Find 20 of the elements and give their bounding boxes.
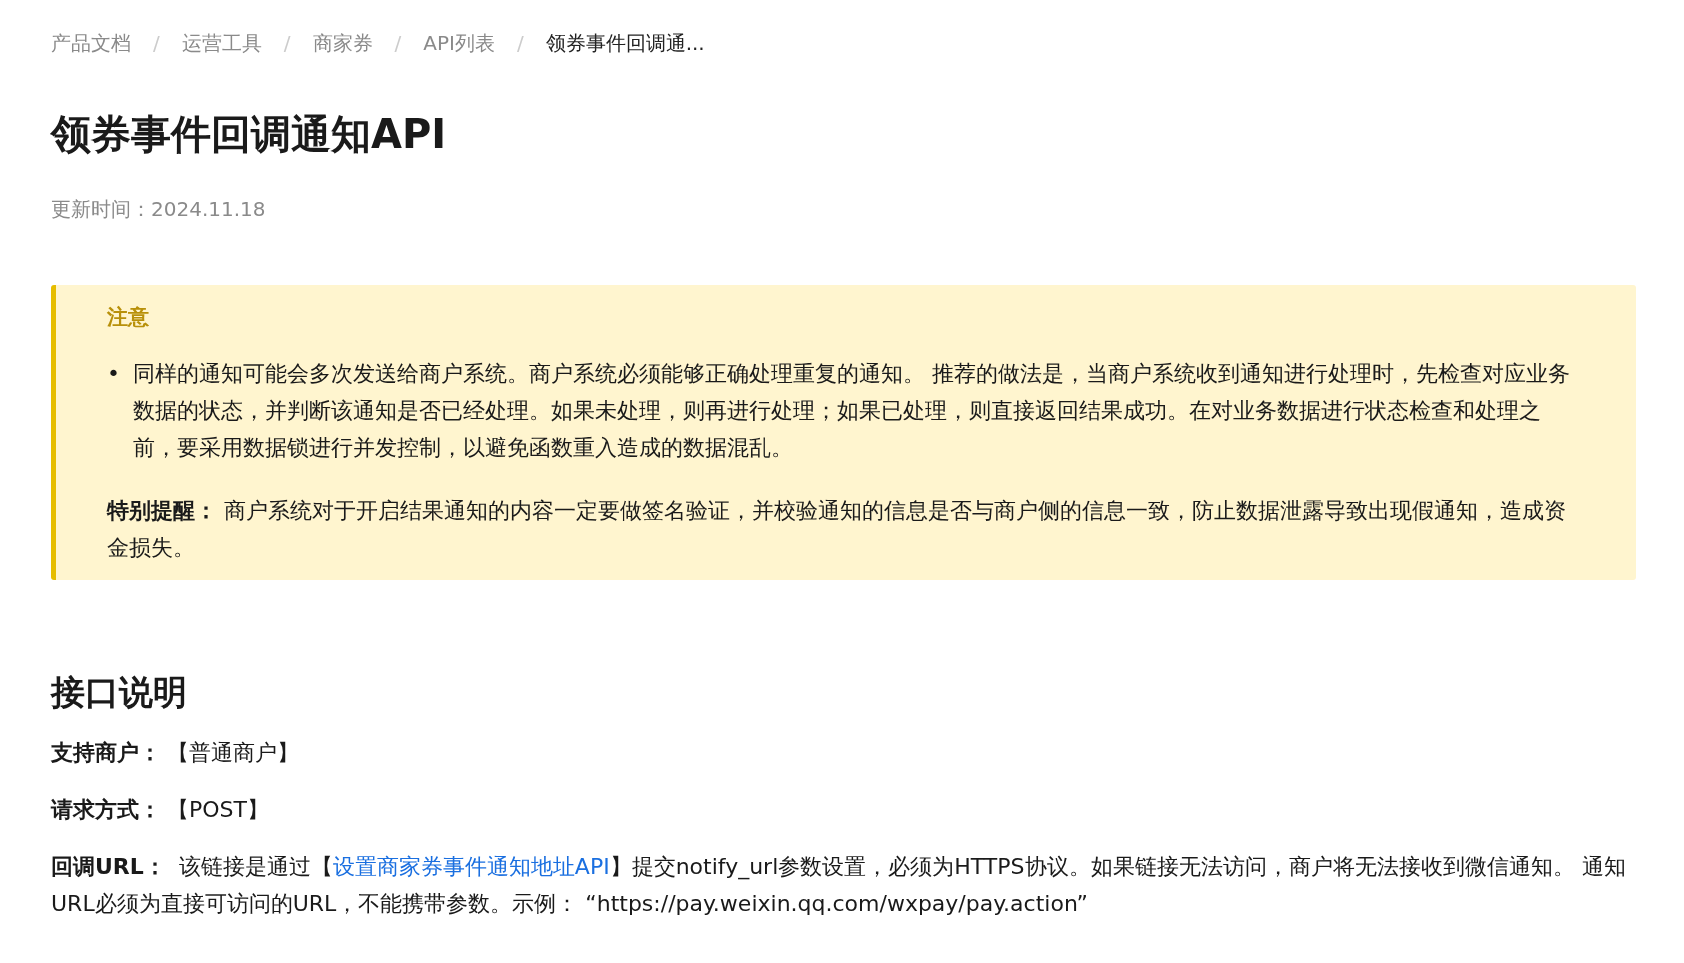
breadcrumb-separator: / [394,31,402,55]
bullet-marker: • [107,360,121,388]
notice-heading: 注意 [107,304,150,331]
update-time: 更新时间：2024.11.18 [51,196,267,223]
field-text: 请求方式： 【POST】 [51,796,270,824]
breadcrumb-link[interactable]: API列表 [423,29,495,57]
reminder-text: 特别提醒： 商户系统对于开启结果通知的内容一定要做签名验证，并校验通知的信息是否与商户侧的信息一致，防止数据泄露导致出现假通知，造成资金损失。 [107,497,1567,562]
api-link[interactable]: 设置商家券事件通知地址API [332,854,610,879]
breadcrumb-link[interactable]: 商家券 [312,29,373,57]
field-text: 支持商户： 【普通商户】 [51,739,300,767]
breadcrumb-separator: / [283,31,291,55]
page-title: 领券事件回调通知API [51,110,448,159]
breadcrumb-link[interactable]: 产品文档 [51,29,131,57]
section-heading: 接口说明 [51,671,188,714]
callback-url-text: 回调URL： 该链接是通过【设置商家券事件通知地址API】提交notify_url参数设置，必须为HTTPS协议。如果链接无法访问，商户将无法接收到微信通知。 通知URL必须为直接可访问的URL，不能携带参数。示例： “https://pay.weixin.qq.com/wxpay/pay.action” [51,853,1627,918]
breadcrumb-current: 领券事件回调通... [545,29,705,57]
breadcrumb-link[interactable]: 运营工具 [181,29,262,57]
notice-bullet-text: 同样的通知可能会多次发送给商户系统。商户系统必须能够正确处理重复的通知。 推荐的做法是，当商户系统收到通知进行处理时，先检查对应业务数据的状态，并判断该通知是否已经处理。如果未处理，则再进行处理；如果已处理，则直接返回结果成功。在对业务数据进行状态检查和处理之前，要采用数据锁进行并发控制，以避免函数重入造成的数据混乱。 [133,360,1571,462]
breadcrumb-separator: / [153,31,160,55]
breadcrumb-separator: / [516,31,524,55]
